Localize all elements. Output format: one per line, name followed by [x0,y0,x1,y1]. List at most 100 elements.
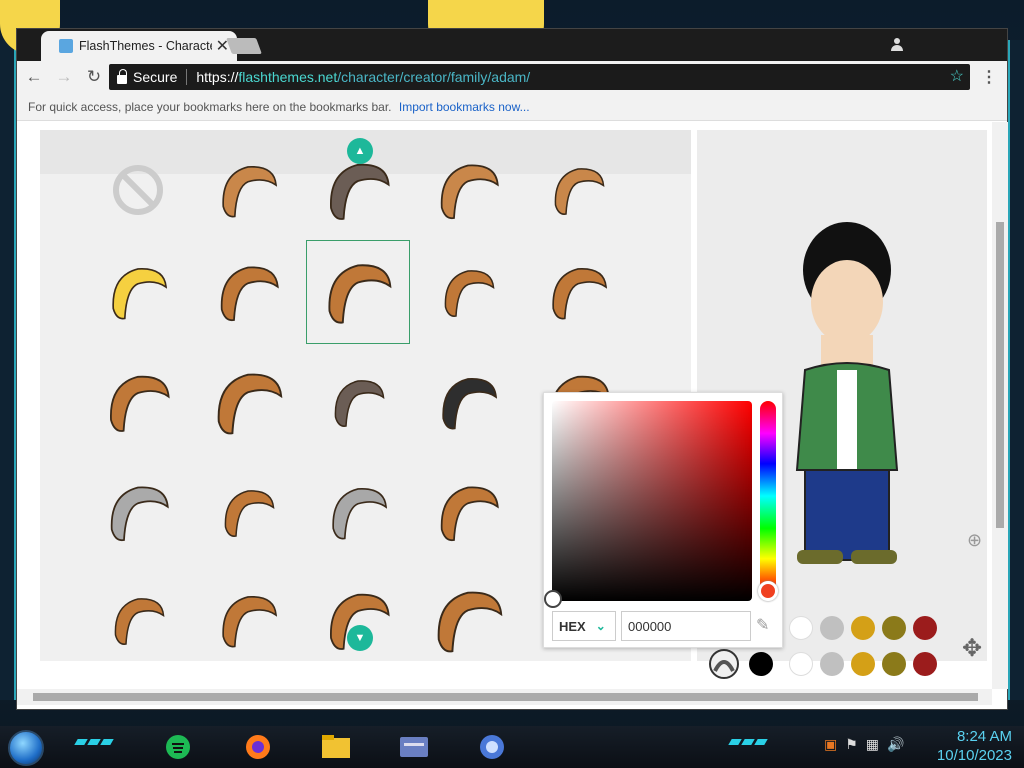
hue-slider[interactable] [760,401,776,591]
hair-option[interactable] [196,138,300,242]
tab-title: FlashThemes - Character [79,39,212,53]
current-color-swatch[interactable] [749,652,773,676]
page-content: ▲ ▼ ⊕ HEX ⌄ ✎ [17,122,992,689]
firefox-icon[interactable] [242,732,274,762]
tab-strip: FlashThemes - Character ✕ [17,29,1007,61]
hair-option[interactable] [306,350,410,454]
hair-shape-icon [440,486,499,542]
hair-option[interactable] [526,138,630,242]
color-swatch[interactable] [820,616,844,640]
color-swatch[interactable] [820,652,844,676]
saturation-value-area[interactable] [552,401,752,601]
hue-slider-handle[interactable] [758,581,778,601]
color-swatch[interactable] [913,616,937,640]
volume-icon[interactable]: 🔊 [887,736,904,753]
color-swatch[interactable] [882,616,906,640]
color-swatch[interactable] [882,652,906,676]
hair-option[interactable] [416,460,520,564]
new-tab-button[interactable] [226,38,262,54]
taskbar-decoration-right [728,739,768,745]
page-vertical-thumb[interactable] [996,222,1004,528]
hair-option[interactable] [306,460,410,564]
notification-icon[interactable]: ▣ [824,736,837,753]
hair-option[interactable] [86,138,190,242]
move-icon[interactable]: ✥ [962,634,982,663]
hair-shape-icon [334,380,385,427]
tab-flashthemes[interactable]: FlashThemes - Character ✕ [41,31,237,61]
hair-option[interactable] [86,568,190,672]
hair-shape-icon [328,264,392,324]
hair-option[interactable] [526,240,630,344]
hair-option[interactable] [86,460,190,564]
address-bar[interactable]: Secure https://flashthemes.net/character… [109,64,970,90]
url-scheme: https:// [196,69,239,85]
hair-part-selector-button[interactable] [709,649,739,679]
color-swatch[interactable] [851,616,875,640]
clock-time: 8:24 AM [956,728,1012,745]
page-vertical-scrollbar[interactable] [992,122,1008,689]
hair-shape-icon [110,375,170,432]
browser-window: FlashThemes - Character ✕ ← → ↻ Secure h… [16,28,1008,710]
clock-date: 10/10/2023 [936,747,1012,764]
desktop-frame-left [0,40,16,700]
favicon-icon [59,39,73,53]
hair-option[interactable] [416,240,520,344]
hair-shape-icon [222,595,278,648]
bookmark-star-icon[interactable]: ☆ [950,66,964,86]
color-swatch[interactable] [789,652,813,676]
hair-shape-icon [112,267,168,320]
file-explorer-icon[interactable] [320,732,352,762]
hair-option[interactable] [196,240,300,344]
color-swatch[interactable] [851,652,875,676]
hair-shape-icon [220,266,279,322]
hair-option[interactable] [306,240,410,344]
hair-option[interactable] [196,568,300,672]
hair-shape-icon [442,377,498,430]
flag-icon[interactable]: ⚑ [845,736,858,753]
page-horizontal-thumb[interactable] [33,693,978,701]
hair-shape-icon [110,486,169,542]
hair-option[interactable] [416,138,520,242]
eyedropper-icon[interactable]: ✎ [756,615,769,635]
import-bookmarks-link[interactable]: Import bookmarks now... [399,100,530,114]
hair-option[interactable] [416,568,520,672]
user-profile-icon[interactable] [889,37,905,51]
page-horizontal-scrollbar[interactable] [17,689,992,705]
network-icon[interactable]: ▦ [866,736,879,753]
address-separator [186,69,188,85]
url-host: flashthemes.net [238,69,338,85]
url-path: /character/creator/family/adam/ [337,69,531,85]
chrome-icon[interactable] [476,732,508,762]
spotify-icon[interactable] [162,732,194,762]
color-picker-handle[interactable] [544,590,562,608]
color-picker-popup: HEX ⌄ ✎ [543,392,783,648]
color-mode-select[interactable]: HEX ⌄ [552,611,616,641]
color-swatch[interactable] [789,616,813,640]
scroll-down-button[interactable]: ▼ [347,625,373,651]
forward-button[interactable]: → [51,64,77,90]
hair-shape-icon [440,164,499,220]
scroll-up-button[interactable]: ▲ [347,138,373,164]
reload-button[interactable]: ↻ [81,64,107,90]
taskbar: ▣ ⚑ ▦ 🔊 8:24 AM 10/10/2023 [0,726,1024,768]
start-button[interactable] [8,730,44,766]
color-mode-label: HEX [559,618,586,634]
hair-shape-icon [437,591,503,653]
hair-option[interactable] [86,350,190,454]
hair-option[interactable] [196,350,300,454]
desktop-frame-right [1008,40,1024,700]
hair-shape-icon [552,267,608,320]
app-window-icon[interactable] [398,732,430,762]
hair-option[interactable] [86,240,190,344]
zoom-icon[interactable]: ⊕ [967,530,982,551]
back-button[interactable]: ← [21,64,47,90]
hair-option[interactable] [196,460,300,564]
bookmarks-hint: For quick access, place your bookmarks h… [28,100,392,114]
color-swatch[interactable] [913,652,937,676]
taskbar-clock[interactable]: 8:24 AM 10/10/2023 [937,727,1012,765]
browser-menu-icon[interactable]: ⋮ [981,67,997,87]
hair-option[interactable] [416,350,520,454]
none-icon [113,165,163,215]
hair-option[interactable] [306,568,410,672]
hex-value-input[interactable] [621,611,751,641]
